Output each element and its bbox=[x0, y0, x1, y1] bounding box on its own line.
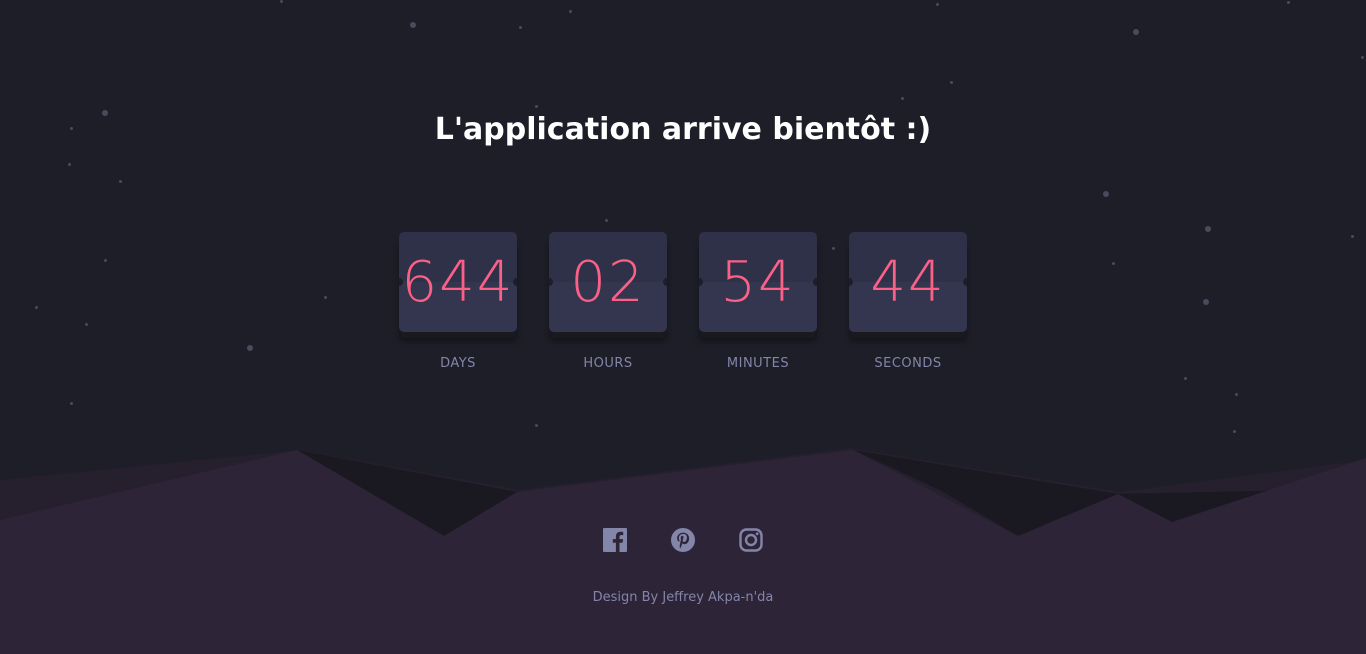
flip-card: 54 bbox=[699, 232, 817, 332]
days-value: 644 bbox=[401, 249, 515, 315]
days-label: DAYS bbox=[440, 356, 476, 371]
instagram-icon bbox=[739, 528, 763, 552]
hours-label: HOURS bbox=[583, 356, 633, 371]
countdown-seconds: 44 SECONDS bbox=[849, 232, 967, 371]
seconds-value: 44 bbox=[870, 249, 946, 315]
flip-card: 44 bbox=[849, 232, 967, 332]
front-hills bbox=[0, 450, 1366, 654]
coming-soon-page: L'application arrive bientôt :) 644 DAYS… bbox=[0, 0, 1366, 654]
star bbox=[324, 296, 327, 299]
star bbox=[535, 105, 538, 108]
page-title: L'application arrive bientôt :) bbox=[434, 112, 932, 147]
star bbox=[901, 97, 904, 100]
star bbox=[535, 424, 538, 427]
star bbox=[410, 22, 416, 28]
star bbox=[280, 0, 283, 3]
star bbox=[936, 3, 939, 6]
star bbox=[950, 81, 953, 84]
countdown-minutes: 54 MINUTES bbox=[699, 232, 817, 371]
facebook-link[interactable] bbox=[603, 528, 627, 552]
star bbox=[35, 306, 38, 309]
instagram-link[interactable] bbox=[739, 528, 763, 552]
flip-card: 644 bbox=[399, 232, 517, 332]
star bbox=[569, 10, 572, 13]
minutes-value: 54 bbox=[720, 249, 796, 315]
countdown-hours: 02 HOURS bbox=[549, 232, 667, 371]
star bbox=[85, 323, 88, 326]
social-links bbox=[603, 528, 763, 552]
star bbox=[70, 402, 73, 405]
star bbox=[519, 26, 522, 29]
star bbox=[1103, 191, 1109, 197]
star bbox=[1361, 56, 1364, 59]
star bbox=[605, 219, 608, 222]
star bbox=[1287, 1, 1290, 4]
star bbox=[1233, 430, 1236, 433]
countdown-timer: 644 DAYS 02 HOURS 54 MINUTES 44 SECONDS bbox=[399, 232, 967, 371]
star bbox=[1205, 226, 1211, 232]
star bbox=[119, 180, 122, 183]
star bbox=[1112, 262, 1115, 265]
countdown-days: 644 DAYS bbox=[399, 232, 517, 371]
star bbox=[1133, 29, 1139, 35]
star bbox=[1235, 393, 1238, 396]
flip-card: 02 bbox=[549, 232, 667, 332]
pinterest-link[interactable] bbox=[671, 528, 695, 552]
star bbox=[247, 345, 253, 351]
star bbox=[1203, 299, 1209, 305]
pinterest-icon bbox=[671, 528, 695, 552]
star bbox=[1184, 377, 1187, 380]
star bbox=[104, 259, 107, 262]
minutes-label: MINUTES bbox=[726, 356, 790, 371]
seconds-label: SECONDS bbox=[874, 356, 942, 371]
star bbox=[68, 163, 71, 166]
facebook-icon bbox=[603, 528, 627, 552]
footer-credit: Design By Jeffrey Akpa-n'da bbox=[592, 590, 774, 605]
hours-value: 02 bbox=[570, 249, 646, 315]
star bbox=[1351, 235, 1354, 238]
